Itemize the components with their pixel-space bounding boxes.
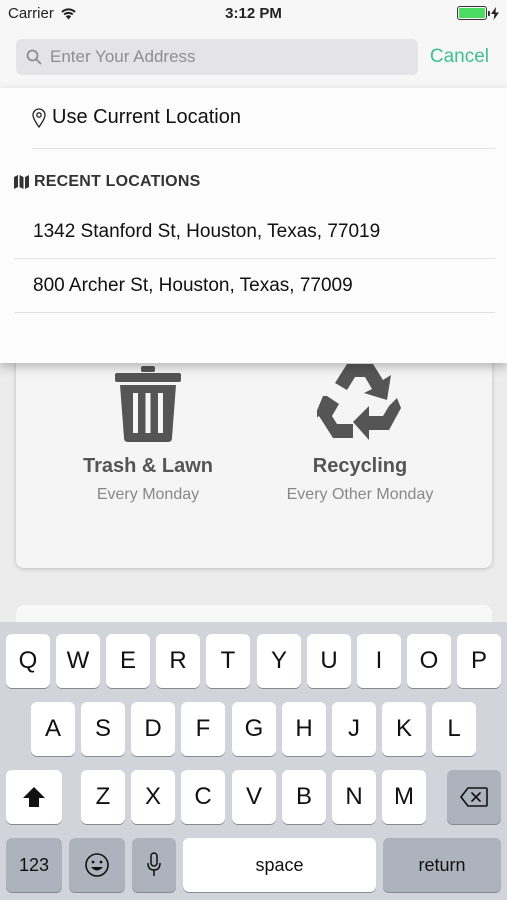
key-g[interactable]: G (232, 702, 276, 756)
battery-fill (459, 8, 485, 18)
key-w[interactable]: W (56, 634, 100, 688)
key-u[interactable]: U (307, 634, 351, 688)
recycle-icon (313, 364, 401, 440)
key-j[interactable]: J (332, 702, 376, 756)
recent-locations-label: RECENT LOCATIONS (34, 173, 201, 190)
use-current-location-option[interactable]: Use Current Location (32, 106, 241, 129)
trash-icon (115, 366, 181, 442)
key-o[interactable]: O (407, 634, 451, 688)
keyboard: Q W E R T Y U I O P A S D F G H J K L Z … (0, 622, 507, 900)
key-a[interactable]: A (31, 702, 75, 756)
cancel-button[interactable]: Cancel (430, 46, 489, 68)
search-field[interactable] (16, 39, 418, 75)
service-schedule: Every Monday (96, 486, 200, 503)
emoji-key[interactable] (69, 838, 125, 892)
key-f[interactable]: F (181, 702, 225, 756)
numbers-key[interactable]: 123 (6, 838, 62, 892)
key-m[interactable]: M (382, 770, 426, 824)
service-title: Trash & Lawn (82, 455, 214, 477)
service-title: Recycling (312, 455, 408, 477)
map-icon (14, 175, 29, 189)
key-h[interactable]: H (282, 702, 326, 756)
service-recycling[interactable]: Recycling Every Other Monday (250, 360, 470, 504)
address-search-input[interactable] (50, 47, 390, 67)
key-s[interactable]: S (81, 702, 125, 756)
shift-key[interactable] (6, 770, 62, 824)
key-l[interactable]: L (432, 702, 476, 756)
search-bar: Cancel (0, 28, 507, 88)
key-k[interactable]: K (382, 702, 426, 756)
recent-locations-header: RECENT LOCATIONS (14, 173, 200, 191)
service-trash[interactable]: Trash & Lawn Every Monday (38, 366, 258, 504)
location-dropdown: Use Current Location RECENT LOCATIONS 13… (0, 88, 507, 363)
key-r[interactable]: R (156, 634, 200, 688)
key-x[interactable]: X (131, 770, 175, 824)
key-d[interactable]: D (131, 702, 175, 756)
key-z[interactable]: Z (81, 770, 125, 824)
return-key[interactable]: return (383, 838, 501, 892)
emoji-icon (85, 853, 109, 877)
key-b[interactable]: B (282, 770, 326, 824)
service-schedule: Every Other Monday (286, 486, 434, 503)
recent-location-item[interactable]: 1342 Stanford St, Houston, Texas, 77019 (33, 221, 380, 243)
key-y[interactable]: Y (257, 634, 301, 688)
divider (14, 258, 495, 259)
battery-icon (457, 6, 490, 20)
search-icon (26, 49, 42, 65)
use-current-location-label: Use Current Location (52, 106, 241, 128)
shift-arrow-icon (23, 787, 45, 807)
space-key[interactable]: space (183, 838, 376, 892)
key-e[interactable]: E (106, 634, 150, 688)
microphone-icon (147, 852, 161, 876)
key-p[interactable]: P (457, 634, 501, 688)
key-q[interactable]: Q (6, 634, 50, 688)
divider (14, 312, 495, 313)
dictation-key[interactable] (132, 838, 176, 892)
backspace-icon (460, 787, 488, 807)
key-i[interactable]: I (357, 634, 401, 688)
divider (32, 148, 495, 149)
pickup-schedule-card: Trash & Lawn Every Monday Recycling Ever… (16, 330, 492, 568)
status-bar: Carrier 3:12 PM (0, 0, 507, 28)
key-t[interactable]: T (206, 634, 250, 688)
key-v[interactable]: V (232, 770, 276, 824)
location-pin-icon (32, 107, 46, 128)
key-c[interactable]: C (181, 770, 225, 824)
recent-location-item[interactable]: 800 Archer St, Houston, Texas, 77009 (33, 275, 353, 297)
key-n[interactable]: N (332, 770, 376, 824)
charging-bolt-icon (491, 6, 499, 20)
battery-group (457, 6, 499, 20)
status-time: 3:12 PM (225, 5, 282, 22)
backspace-key[interactable] (447, 770, 501, 824)
